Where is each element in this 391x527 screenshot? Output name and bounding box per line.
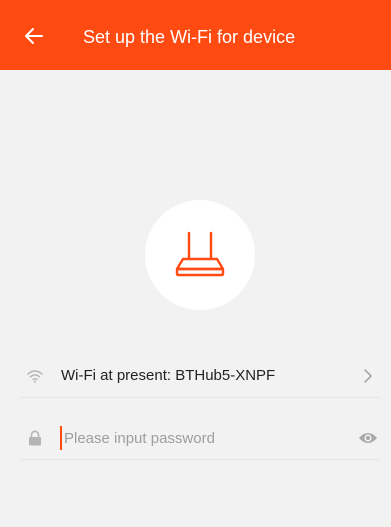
- current-wifi-label: Wi-Fi at present: BTHub5-XNPF: [61, 367, 276, 384]
- show-password-toggle[interactable]: [356, 427, 380, 449]
- password-input[interactable]: [60, 426, 334, 450]
- chevron-right-icon: [360, 367, 374, 385]
- app-bar: Set up the Wi-Fi for device: [0, 0, 391, 70]
- device-illustration: [145, 200, 255, 310]
- current-wifi-row[interactable]: Wi-Fi at present: BTHub5-XNPF: [20, 354, 380, 398]
- password-row: [20, 416, 380, 460]
- page-title: Set up the Wi-Fi for device: [83, 27, 296, 47]
- router-icon: [175, 231, 225, 277]
- arrow-left-icon: [25, 28, 43, 44]
- eye-icon: [359, 433, 377, 443]
- back-button[interactable]: [20, 22, 48, 50]
- lock-icon: [26, 429, 44, 447]
- wifi-icon: [26, 367, 44, 385]
